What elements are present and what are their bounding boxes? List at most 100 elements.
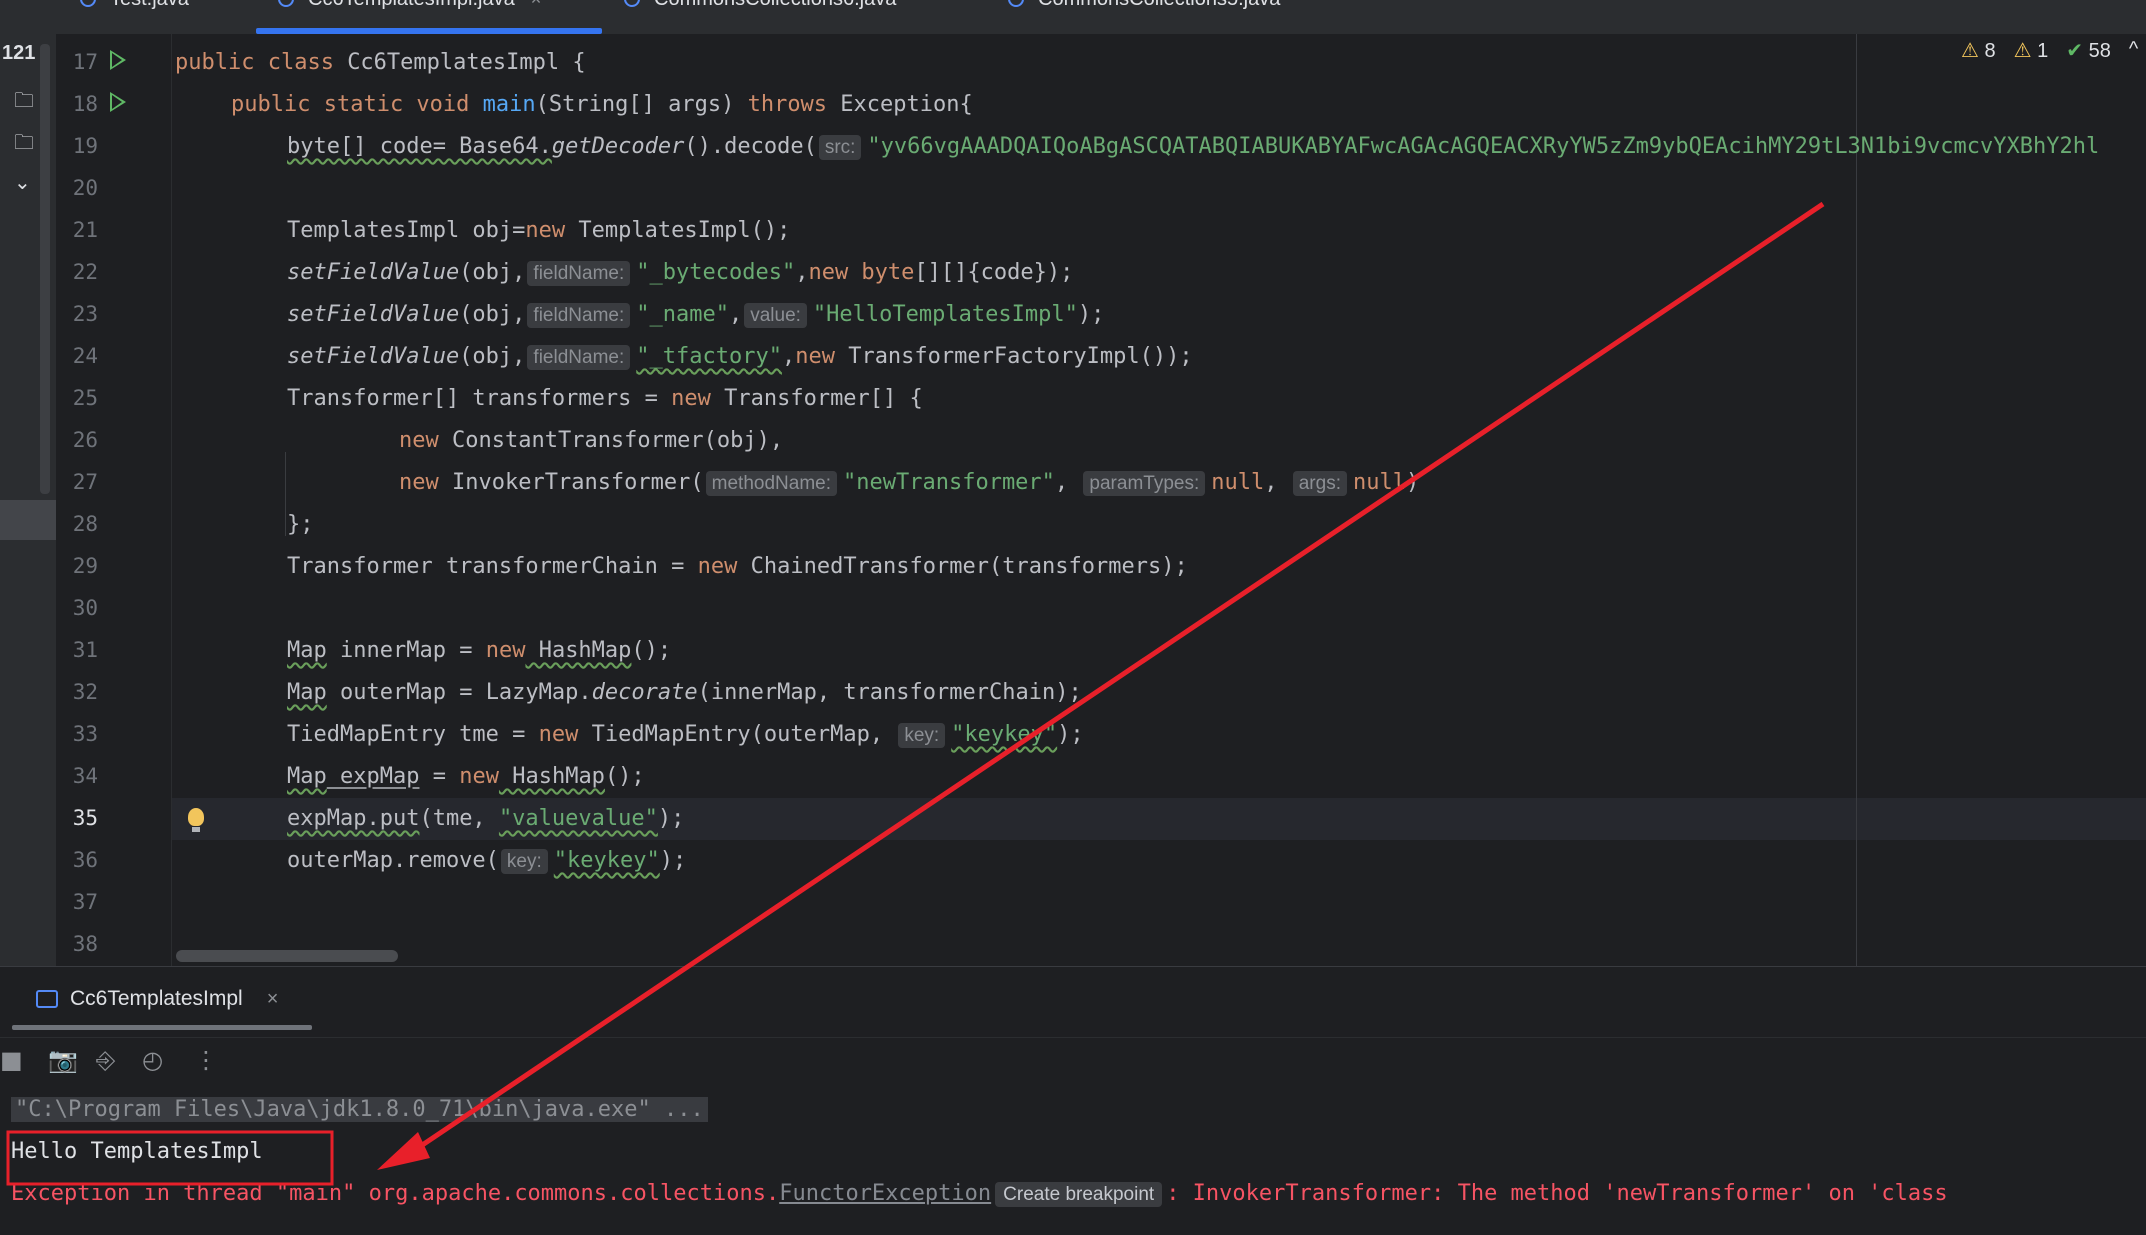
tab-label: CommonsCollections5.java [1038,0,1280,11]
code-line-34: Map expMap = new HashMap(); [287,764,645,789]
line-number: 17 [72,50,98,74]
close-icon[interactable]: × [531,0,542,10]
param-hint: methodName: [705,471,837,496]
chevron-down-icon[interactable]: ⌄ [14,170,31,195]
active-run-tab-indicator [12,1025,312,1030]
gauge-icon[interactable]: ◴ [142,1046,163,1074]
camera-icon[interactable]: 📷 [48,1046,78,1074]
run-tool-window: Cc6TemplatesImpl × ■ 📷 ⎆ ◴ ⋮ "C:\Program… [0,966,2146,1235]
code-line-22: setFieldValue(obj, fieldName: "_bytecodes"… [287,260,1074,286]
exception-link[interactable]: FunctorException [779,1181,991,1206]
close-icon[interactable]: × [267,988,279,1011]
line-number: 21 [72,218,98,242]
code-line-28: }; [287,512,314,537]
weak-warnings-indicator[interactable]: ⚠ 1 [2014,38,2049,63]
line-number: 26 [72,428,98,452]
code-line-21: TemplatesImpl obj=new TemplatesImpl(); [287,218,791,243]
project-count: 121 [2,42,36,64]
horizontal-scrollbar[interactable] [176,950,398,962]
code-line-31: Map innerMap = new HashMap(); [287,638,672,663]
line-number: 18 [72,92,98,116]
console-icon [36,990,58,1008]
more-options-icon[interactable]: ⋮ [194,1046,218,1074]
param-hint: value: [744,303,807,328]
param-hint: key: [898,723,946,748]
warning-icon: ⚠ [2013,40,2032,62]
collapse-caret-icon[interactable]: ^ [2129,38,2138,63]
param-hint: fieldName: [527,345,631,370]
tab-label: Cc6TemplatesImpl.java [308,0,515,11]
code-line-26: new ConstantTransformer(obj), [399,428,784,453]
code-line-36: outerMap.remove(key: "keykey"); [287,848,687,874]
tab-label: Test.java [110,0,189,11]
console-exception-line: Exception in thread "main" org.apache.co… [11,1181,1948,1207]
line-number: 37 [72,890,98,914]
line-number: 22 [72,260,98,284]
create-breakpoint-button[interactable]: Create breakpoint [995,1182,1163,1207]
project-panel-edge: 121 🗀 🗀 ⌄ [0,34,56,966]
line-number: 29 [72,554,98,578]
line-number: 32 [72,680,98,704]
code-line-25: Transformer[] transformers = new Transfo… [287,386,923,411]
lightbulb-icon[interactable] [188,808,204,832]
line-number: 36 [72,848,98,872]
stop-icon[interactable]: ■ [0,1046,23,1074]
folder-icon[interactable]: 🗀 [14,128,34,162]
indent-guide [285,452,286,536]
gutter: 17 18 19 20 21 22 23 24 25 26 27 28 29 3… [56,34,204,966]
line-number: 20 [72,176,98,200]
line-number: 33 [72,722,98,746]
warnings-indicator[interactable]: ⚠ 8 [1961,38,1996,63]
param-hint: args: [1292,471,1347,496]
scrollbar[interactable] [40,44,50,494]
code-line-32: Map outerMap = LazyMap.decorate(innerMap… [287,680,1082,705]
line-number: 28 [72,512,98,536]
run-tab-label: Cc6TemplatesImpl [70,987,243,1010]
run-icon[interactable] [110,92,126,112]
console-output-line: Hello TemplatesImpl [11,1139,263,1164]
code-line-29: Transformer transformerChain = new Chain… [287,554,1188,579]
java-class-icon [80,0,96,7]
line-number: 25 [72,386,98,410]
line-number: 38 [72,932,98,956]
code-line-19: byte[] code= Base64.getDecoder().decode(… [287,134,2100,160]
line-number: 30 [72,596,98,620]
ok-indicator[interactable]: ✔ 58 [2066,38,2111,63]
tab-test-java[interactable]: Test.java [80,0,189,34]
code-line-17: public class Cc6TemplatesImpl { [175,50,586,75]
check-icon: ✔ [2066,40,2084,62]
line-number: 23 [72,302,98,326]
tab-commonscollections6-java[interactable]: CommonsCollections6.java [624,0,896,34]
run-toolbar: ■ 📷 ⎆ ◴ ⋮ [0,1037,2146,1078]
inspection-widget[interactable]: ⚠ 8 ⚠ 1 ✔ 58 ^ [1961,38,2138,63]
folder-icon[interactable]: 🗀 [14,86,34,120]
param-hint: key: [500,849,548,874]
code-line-27: new InvokerTransformer(methodName: "newTr… [399,470,1420,496]
right-margin-guide [1856,34,1857,966]
code-line-23: setFieldValue(obj, fieldName: "_name", valu… [287,302,1105,328]
code-line-35: expMap.put(tme, "valuevalue"); [287,806,685,831]
console-command-line: "C:\Program Files\Java\jdk1.8.0_71\bin\j… [11,1089,708,1131]
java-class-icon [624,0,640,7]
line-number: 19 [72,134,98,158]
restore-layout-icon[interactable]: ⎆ [96,1046,115,1074]
line-number-current: 35 [72,806,98,830]
run-tab-cc6templatesimpl[interactable]: Cc6TemplatesImpl × [36,979,278,1019]
code-line-18: public static void main(String[] args) t… [231,92,973,117]
line-number: 31 [72,638,98,662]
code-line-24: setFieldValue(obj, fieldName: "_tfactory",… [287,344,1193,370]
code-editor[interactable]: 17 18 19 20 21 22 23 24 25 26 27 28 29 3… [56,34,2146,966]
param-hint: paramTypes: [1083,471,1206,496]
warning-icon: ⚠ [1961,40,1979,62]
tab-label: CommonsCollections6.java [654,0,896,11]
param-hint: src: [818,135,862,160]
line-number: 27 [72,470,98,494]
editor-tab-bar: Test.java Cc6TemplatesImpl.java × Common… [0,0,2146,35]
tab-commonscollections5-java[interactable]: CommonsCollections5.java [1008,0,1280,34]
java-class-icon [1008,0,1024,7]
line-number: 24 [72,344,98,368]
selected-row [0,500,56,540]
run-icon[interactable] [110,50,126,70]
java-class-icon [278,0,294,7]
code-line-33: TiedMapEntry tme = new TiedMapEntry(oute… [287,722,1084,748]
